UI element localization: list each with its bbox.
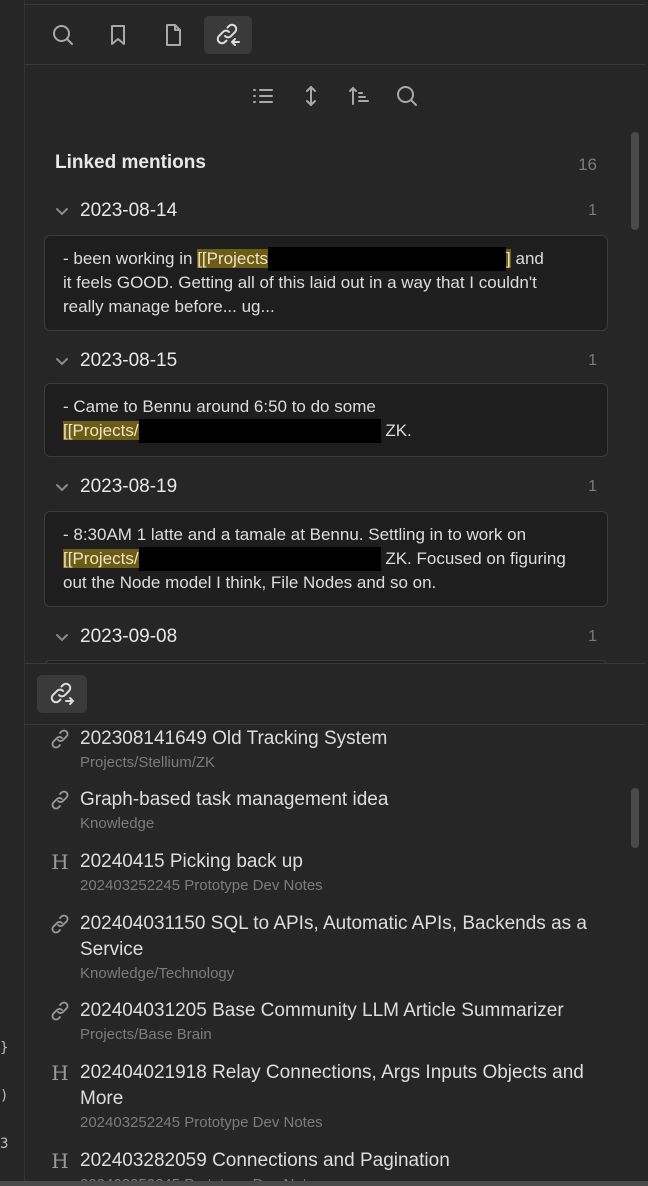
outgoing-link-title: 202403282059 Connections and Pagination bbox=[80, 1150, 450, 1171]
sort-icon bbox=[349, 86, 369, 105]
snippet-text: and bbox=[510, 249, 544, 268]
mention-group-header[interactable]: 2023-08-15 1 bbox=[55, 350, 597, 376]
internal-link-highlight[interactable]: [[Projects/ bbox=[63, 549, 139, 568]
left-ribbon: } ) 3 bbox=[0, 0, 25, 1186]
backlinks-toolbar bbox=[25, 72, 645, 120]
mention-group-date: 2023-08-14 bbox=[80, 200, 178, 221]
chevron-down-icon bbox=[56, 358, 68, 366]
sidebar-tab-bar bbox=[25, 4, 645, 65]
tab-outgoing-links[interactable] bbox=[37, 675, 87, 713]
mention-group-header[interactable]: 2023-08-14 1 bbox=[55, 200, 597, 226]
heading-icon: H bbox=[51, 1061, 69, 1085]
mention-snippet-card[interactable]: - 8:30AM 1 latte and a tamale at Bennu. … bbox=[44, 511, 608, 607]
chevron-down-icon bbox=[56, 484, 68, 492]
mention-group-date: 2023-09-08 bbox=[80, 626, 178, 647]
outgoing-links-header bbox=[25, 664, 645, 725]
mention-group-count: 1 bbox=[588, 202, 597, 219]
mention-snippet-card[interactable]: - been working in [[Projects] and it fee… bbox=[44, 235, 608, 331]
redacted-block bbox=[138, 547, 381, 571]
outgoing-link-title: 20240415 Picking back up bbox=[80, 851, 303, 872]
search-icon bbox=[397, 86, 417, 106]
sort-button[interactable] bbox=[343, 80, 375, 112]
outgoing-link-item[interactable]: H 202404021918 Relay Connections, Args I… bbox=[49, 1060, 609, 1134]
snippet-text: really manage before... ug... bbox=[63, 297, 275, 316]
linked-mentions-count: 16 bbox=[578, 155, 597, 174]
linked-mentions-title[interactable]: Linked mentions bbox=[55, 152, 206, 174]
backlink-icon bbox=[216, 23, 240, 46]
outgoing-link-item[interactable]: H 20240415 Picking back up 202403252245 … bbox=[49, 849, 609, 897]
ribbon-glyph: } bbox=[0, 1040, 9, 1056]
right-sidebar-panel: Linked mentions 16 2023-08-14 1 - been w… bbox=[25, 0, 645, 1186]
outgoing-link-icon bbox=[50, 682, 75, 705]
file-icon bbox=[166, 24, 181, 46]
outgoing-link-title: 202404031205 Base Community LLM Article … bbox=[80, 1000, 564, 1021]
snippet-text: ZK. Focused on figuring bbox=[380, 549, 566, 568]
expand-vertical-icon bbox=[306, 85, 316, 107]
outgoing-link-path: 202403252245 Prototype Dev Notes bbox=[80, 877, 323, 894]
internal-link-highlight[interactable]: [[Projects/ bbox=[63, 421, 139, 440]
bottom-scrollbar-track bbox=[0, 1181, 648, 1186]
outgoing-link-path: 202403252245 Prototype Dev Notes bbox=[80, 1114, 323, 1131]
snippet-text: out the Node model I think, File Nodes a… bbox=[63, 573, 437, 592]
outgoing-link-title: 202404021918 Relay Connections, Args Inp… bbox=[80, 1062, 584, 1109]
outgoing-link-title: 202404031150 SQL to APIs, Automatic APIs… bbox=[80, 913, 587, 960]
tab-files[interactable] bbox=[149, 16, 197, 54]
mention-snippet-card[interactable]: - Came to Bennu around 6:50 to do some [… bbox=[44, 383, 608, 457]
snippet-text: - 8:30AM 1 latte and a tamale at Bennu. … bbox=[63, 525, 527, 544]
tab-backlinks[interactable] bbox=[204, 16, 252, 54]
linked-mentions-section: Linked mentions 16 2023-08-14 1 - been w… bbox=[25, 130, 645, 663]
chevron-down-icon bbox=[56, 208, 68, 216]
tab-bookmarks[interactable] bbox=[94, 16, 142, 54]
ribbon-glyph: 3 bbox=[0, 1136, 9, 1152]
outgoing-link-item[interactable]: 202404031150 SQL to APIs, Automatic APIs… bbox=[49, 911, 609, 985]
link-icon bbox=[51, 1001, 69, 1021]
outgoing-link-title: 202308141649 Old Tracking System bbox=[80, 728, 388, 749]
internal-link-highlight[interactable]: [[Projects bbox=[197, 249, 269, 268]
outgoing-link-path: Knowledge bbox=[80, 815, 155, 832]
mention-group-header[interactable]: 2023-08-19 1 bbox=[55, 476, 597, 502]
search-icon bbox=[53, 25, 73, 45]
redacted-block bbox=[138, 419, 381, 443]
snippet-text: - been working in bbox=[63, 249, 198, 268]
mentions-scrollbar[interactable] bbox=[631, 132, 639, 230]
heading-icon: H bbox=[51, 850, 69, 874]
redacted-block bbox=[268, 247, 507, 271]
outgoing-link-path: Knowledge/Technology bbox=[80, 965, 235, 982]
outgoing-scrollbar[interactable] bbox=[631, 788, 639, 848]
mention-group-count: 1 bbox=[588, 478, 597, 495]
outgoing-links-list: 202308141649 Old Tracking System Project… bbox=[25, 725, 645, 1186]
outgoing-link-title: Graph-based task management idea bbox=[80, 789, 389, 810]
link-icon bbox=[51, 729, 69, 749]
show-more-context-button[interactable] bbox=[295, 80, 327, 112]
heading-icon: H bbox=[51, 1149, 69, 1173]
outgoing-link-item[interactable]: 202308141649 Old Tracking System Project… bbox=[49, 726, 609, 774]
snippet-text: ZK. bbox=[380, 421, 412, 440]
link-icon bbox=[51, 914, 69, 934]
mention-group-date: 2023-08-19 bbox=[80, 476, 178, 497]
link-icon bbox=[51, 790, 69, 810]
bookmark-icon bbox=[111, 25, 125, 45]
mention-group-date: 2023-08-15 bbox=[80, 350, 178, 371]
outgoing-link-path: Projects/Base Brain bbox=[80, 1026, 212, 1043]
mention-group-count: 1 bbox=[588, 352, 597, 369]
ribbon-glyph: ) bbox=[0, 1088, 9, 1104]
outgoing-link-path: Projects/Stellium/ZK bbox=[80, 754, 216, 771]
list-icon bbox=[253, 89, 273, 103]
tab-search[interactable] bbox=[39, 16, 87, 54]
mention-group-count: 1 bbox=[588, 628, 597, 645]
snippet-text: it feels GOOD. Getting all of this laid … bbox=[63, 273, 537, 292]
snippet-text: - Came to Bennu around 6:50 to do some bbox=[63, 397, 376, 416]
search-mentions-button[interactable] bbox=[391, 80, 423, 112]
collapse-results-button[interactable] bbox=[247, 80, 279, 112]
outgoing-link-item[interactable]: 202404031205 Base Community LLM Article … bbox=[49, 998, 609, 1046]
outgoing-link-item[interactable]: Graph-based task management idea Knowled… bbox=[49, 787, 609, 835]
mention-group-header[interactable]: 2023-09-08 1 bbox=[55, 626, 597, 652]
chevron-down-icon bbox=[56, 634, 68, 642]
